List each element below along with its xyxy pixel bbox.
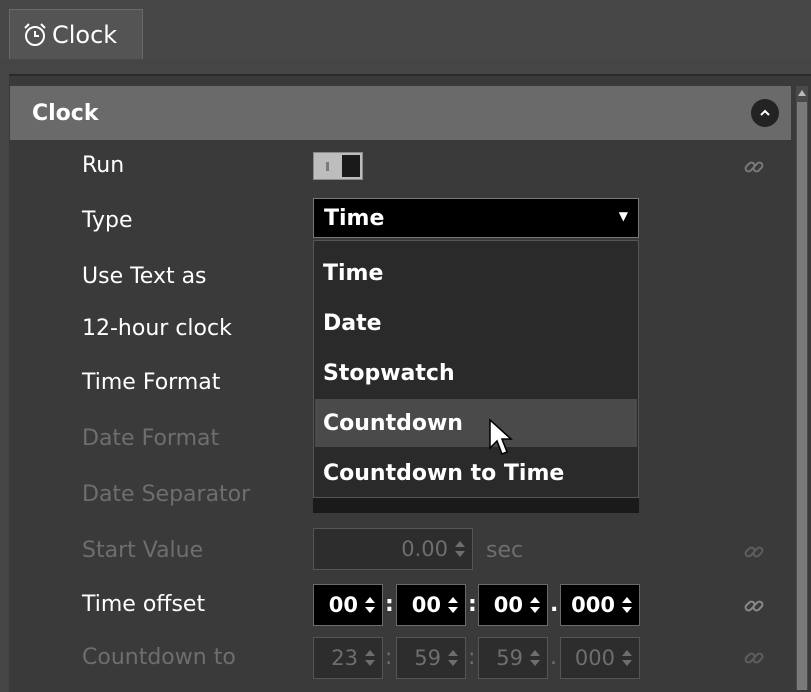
countdown-to-milliseconds[interactable]: 000: [560, 637, 640, 679]
colon-separator: :: [385, 645, 393, 670]
scrollbar-thumb[interactable]: [797, 102, 807, 690]
label-run: Run: [82, 153, 125, 178]
option-stopwatch[interactable]: Stopwatch: [315, 349, 637, 397]
seconds-value: 59: [496, 646, 523, 670]
dot-separator: .: [550, 592, 559, 617]
colon-separator: :: [385, 592, 394, 617]
spinner-arrows-icon[interactable]: [452, 536, 468, 562]
countdown-to-seconds[interactable]: 59: [478, 637, 548, 679]
spinner-arrows-icon[interactable]: [445, 645, 461, 671]
tab-label: Clock: [52, 20, 118, 49]
spinner-arrows-icon[interactable]: [619, 592, 635, 618]
time-offset-minutes[interactable]: 00: [396, 584, 466, 626]
spinner-arrows-icon[interactable]: [527, 645, 543, 671]
minutes-value: 00: [411, 593, 441, 617]
spinner-arrows-icon[interactable]: [362, 592, 378, 618]
link-icon[interactable]: [742, 646, 766, 670]
run-toggle[interactable]: [313, 152, 363, 180]
toggle-knob: [342, 155, 360, 177]
time-offset-hours[interactable]: 00: [313, 584, 383, 626]
label-start-value: Start Value: [82, 538, 204, 563]
spinner-arrows-icon[interactable]: [362, 645, 378, 671]
section-header-clock[interactable]: Clock: [10, 86, 791, 140]
spinner-arrows-icon[interactable]: [619, 645, 635, 671]
label-time-offset: Time offset: [82, 592, 206, 617]
time-offset-seconds[interactable]: 00: [478, 584, 548, 626]
tab-bar: Clock: [0, 0, 811, 60]
start-value-unit: sec: [486, 538, 524, 563]
option-time[interactable]: Time: [315, 249, 637, 297]
label-type: Type: [82, 208, 133, 233]
toggle-track-mark: [326, 162, 329, 171]
label-time-format: Time Format: [82, 370, 221, 395]
alarm-clock-icon: [24, 22, 46, 46]
option-date[interactable]: Date: [315, 299, 637, 347]
spinner-arrows-icon[interactable]: [527, 592, 543, 618]
colon-separator: :: [468, 645, 476, 670]
vertical-scrollbar[interactable]: [796, 86, 808, 690]
countdown-to-hours[interactable]: 23: [313, 637, 383, 679]
type-select[interactable]: Time ▼: [313, 198, 639, 238]
hours-value: 23: [331, 646, 358, 670]
label-12-hour-clock: 12-hour clock: [82, 316, 232, 341]
label-date-separator: Date Separator: [82, 482, 251, 507]
start-value-spinner[interactable]: 0.00: [313, 528, 473, 570]
minutes-value: 59: [414, 646, 441, 670]
link-icon[interactable]: [742, 540, 766, 564]
option-countdown-to-time[interactable]: Countdown to Time: [315, 449, 637, 497]
colon-separator: :: [468, 592, 477, 617]
chevron-up-icon: [760, 109, 770, 116]
type-dropdown-list: Time Date Stopwatch Countdown Countdown …: [313, 240, 639, 498]
mouse-cursor-icon: [489, 418, 513, 455]
start-value: 0.00: [401, 537, 448, 561]
link-icon[interactable]: [742, 155, 766, 179]
countdown-to-minutes[interactable]: 59: [396, 637, 466, 679]
date-separator-field: [313, 497, 639, 513]
tab-clock[interactable]: Clock: [9, 9, 143, 59]
seconds-value: 00: [493, 593, 523, 617]
section-title: Clock: [32, 100, 99, 126]
option-countdown[interactable]: Countdown: [315, 399, 637, 447]
spinner-arrows-icon[interactable]: [445, 592, 461, 618]
label-use-text-as: Use Text as: [82, 264, 207, 289]
hours-value: 00: [328, 593, 358, 617]
type-select-value: Time: [324, 205, 385, 231]
dropdown-caret-icon: ▼: [618, 209, 628, 223]
collapse-button[interactable]: [751, 99, 779, 127]
scroll-up-arrow-icon[interactable]: [796, 86, 808, 100]
link-icon[interactable]: [742, 594, 766, 618]
dot-separator: .: [550, 645, 557, 670]
milliseconds-value: 000: [571, 593, 615, 617]
label-date-format: Date Format: [82, 426, 220, 451]
milliseconds-value: 000: [574, 646, 615, 670]
label-countdown-to: Countdown to: [82, 645, 236, 670]
time-offset-milliseconds[interactable]: 000: [560, 584, 640, 626]
